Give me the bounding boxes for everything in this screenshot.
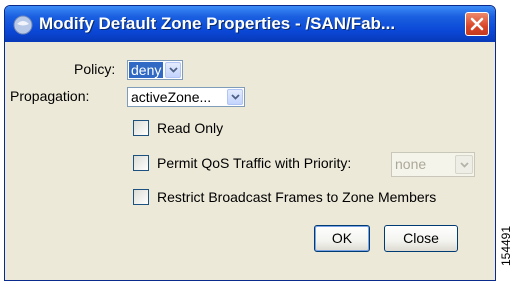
- window-title: Modify Default Zone Properties - /SAN/Fa…: [39, 14, 396, 33]
- figure-id-text: 154491: [499, 225, 513, 267]
- permit-qos-checkbox[interactable]: [133, 155, 149, 171]
- close-x-icon[interactable]: [465, 12, 489, 36]
- close-button[interactable]: Close: [384, 225, 458, 252]
- restrict-broadcast-checkbox[interactable]: [133, 189, 149, 205]
- title-bar[interactable]: Modify Default Zone Properties - /SAN/Fa…: [5, 6, 495, 42]
- restrict-broadcast-label[interactable]: Restrict Broadcast Frames to Zone Member…: [157, 189, 436, 205]
- policy-select[interactable]: deny: [127, 60, 183, 80]
- qos-priority-select[interactable]: none: [391, 152, 475, 177]
- policy-value: deny: [129, 62, 164, 78]
- dialog-window: Modify Default Zone Properties - /SAN/Fa…: [4, 5, 496, 281]
- java-app-icon: [13, 15, 33, 35]
- qos-priority-value: none: [395, 156, 427, 172]
- propagation-value: activeZone...: [131, 89, 212, 105]
- dialog-content: Policy: deny Propagation: activeZone... …: [5, 42, 495, 280]
- chevron-down-icon[interactable]: [165, 62, 181, 78]
- chevron-down-icon[interactable]: [227, 89, 243, 105]
- permit-qos-label[interactable]: Permit QoS Traffic with Priority:: [157, 155, 351, 171]
- read-only-label[interactable]: Read Only: [157, 120, 223, 136]
- figure-id: 154491: [499, 208, 513, 284]
- policy-label: Policy:: [74, 61, 116, 77]
- propagation-label: Propagation:: [10, 88, 90, 104]
- read-only-checkbox[interactable]: [133, 120, 149, 136]
- propagation-select[interactable]: activeZone...: [127, 87, 245, 107]
- chevron-down-icon[interactable]: [455, 155, 473, 174]
- ok-button[interactable]: OK: [314, 225, 370, 252]
